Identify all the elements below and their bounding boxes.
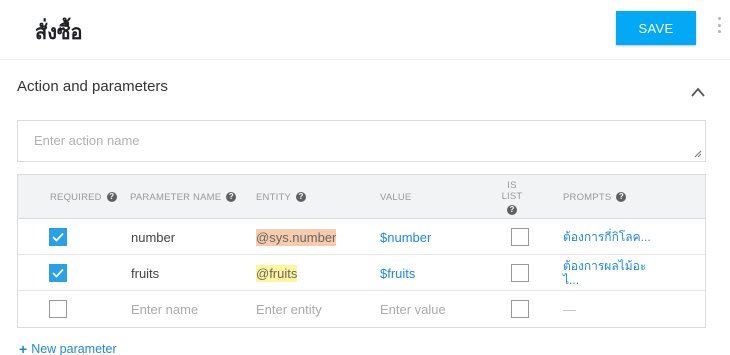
header-required: REQUIRED ? — [50, 175, 117, 219]
prompt-link[interactable]: ต้องการผลไม้อะ — [563, 259, 646, 273]
table-row: fruits @fruits $fruits ต้องการผลไม้อะ ไ.… — [18, 255, 705, 291]
value-input[interactable]: Enter value — [380, 302, 446, 317]
table-row-empty: Enter name Enter entity Enter value — — [18, 291, 705, 327]
check-icon — [52, 232, 64, 242]
header-entity-label: ENTITY — [256, 191, 291, 203]
header-is-list-label: IS LIST — [501, 179, 523, 202]
header-parameter-name-label: PARAMETER NAME — [130, 191, 222, 203]
is-list-checkbox[interactable] — [511, 228, 529, 246]
parameter-value[interactable]: $fruits — [380, 266, 415, 281]
prompt-link-continued[interactable]: ไ... — [563, 273, 579, 287]
parameters-table: REQUIRED ? PARAMETER NAME ? ENTITY ? VAL… — [17, 174, 706, 328]
help-icon[interactable]: ? — [106, 192, 117, 202]
check-icon — [52, 268, 64, 278]
chevron-up-icon[interactable] — [690, 86, 706, 98]
prompt-link[interactable]: ต้องการกี่กิโลค... — [563, 230, 651, 244]
header-prompts-label: PROMPTS — [563, 191, 612, 203]
is-list-checkbox[interactable] — [511, 264, 529, 282]
parameter-name[interactable]: fruits — [131, 266, 159, 281]
resize-grip-icon[interactable] — [694, 150, 702, 158]
prompt-placeholder: — — [563, 301, 576, 317]
header-is-list: IS LIST ? — [496, 175, 528, 219]
plus-icon: + — [19, 341, 28, 355]
parameter-name-input[interactable]: Enter name — [131, 302, 198, 317]
help-icon[interactable]: ? — [295, 192, 306, 202]
header-parameter-name: PARAMETER NAME ? — [130, 175, 237, 219]
help-icon[interactable]: ? — [507, 204, 517, 215]
is-list-checkbox[interactable] — [511, 300, 529, 318]
intent-title[interactable]: สั่งซื้อ — [35, 16, 83, 48]
header-value: VALUE — [380, 175, 411, 219]
action-name-input[interactable]: Enter action name — [17, 120, 706, 162]
header-entity: ENTITY ? — [256, 175, 306, 219]
entity-name[interactable]: @fruits — [256, 264, 298, 282]
new-parameter-label: New parameter — [31, 342, 117, 355]
header-required-label: REQUIRED — [50, 191, 102, 203]
save-button[interactable]: SAVE — [616, 11, 696, 45]
intent-header: สั่งซื้อ SAVE — [0, 0, 730, 60]
header-prompts: PROMPTS ? — [563, 175, 627, 219]
more-vert-icon[interactable] — [716, 14, 722, 36]
table-row: number @sys.number $number ต้องการกี่กิโ… — [18, 219, 705, 255]
parameter-value[interactable]: $number — [380, 230, 431, 245]
entity-input[interactable]: Enter entity — [256, 302, 322, 317]
required-checkbox[interactable] — [49, 300, 67, 318]
parameter-name[interactable]: number — [131, 230, 175, 245]
header-value-label: VALUE — [380, 191, 412, 203]
required-checkbox[interactable] — [49, 228, 67, 246]
required-checkbox[interactable] — [49, 264, 67, 282]
new-parameter-link[interactable]: + New parameter — [19, 341, 117, 355]
table-header: REQUIRED ? PARAMETER NAME ? ENTITY ? VAL… — [18, 175, 705, 219]
help-icon[interactable]: ? — [616, 192, 627, 202]
section-title: Action and parameters — [17, 78, 168, 95]
help-icon[interactable]: ? — [226, 192, 237, 202]
entity-name[interactable]: @sys.number — [256, 228, 337, 246]
